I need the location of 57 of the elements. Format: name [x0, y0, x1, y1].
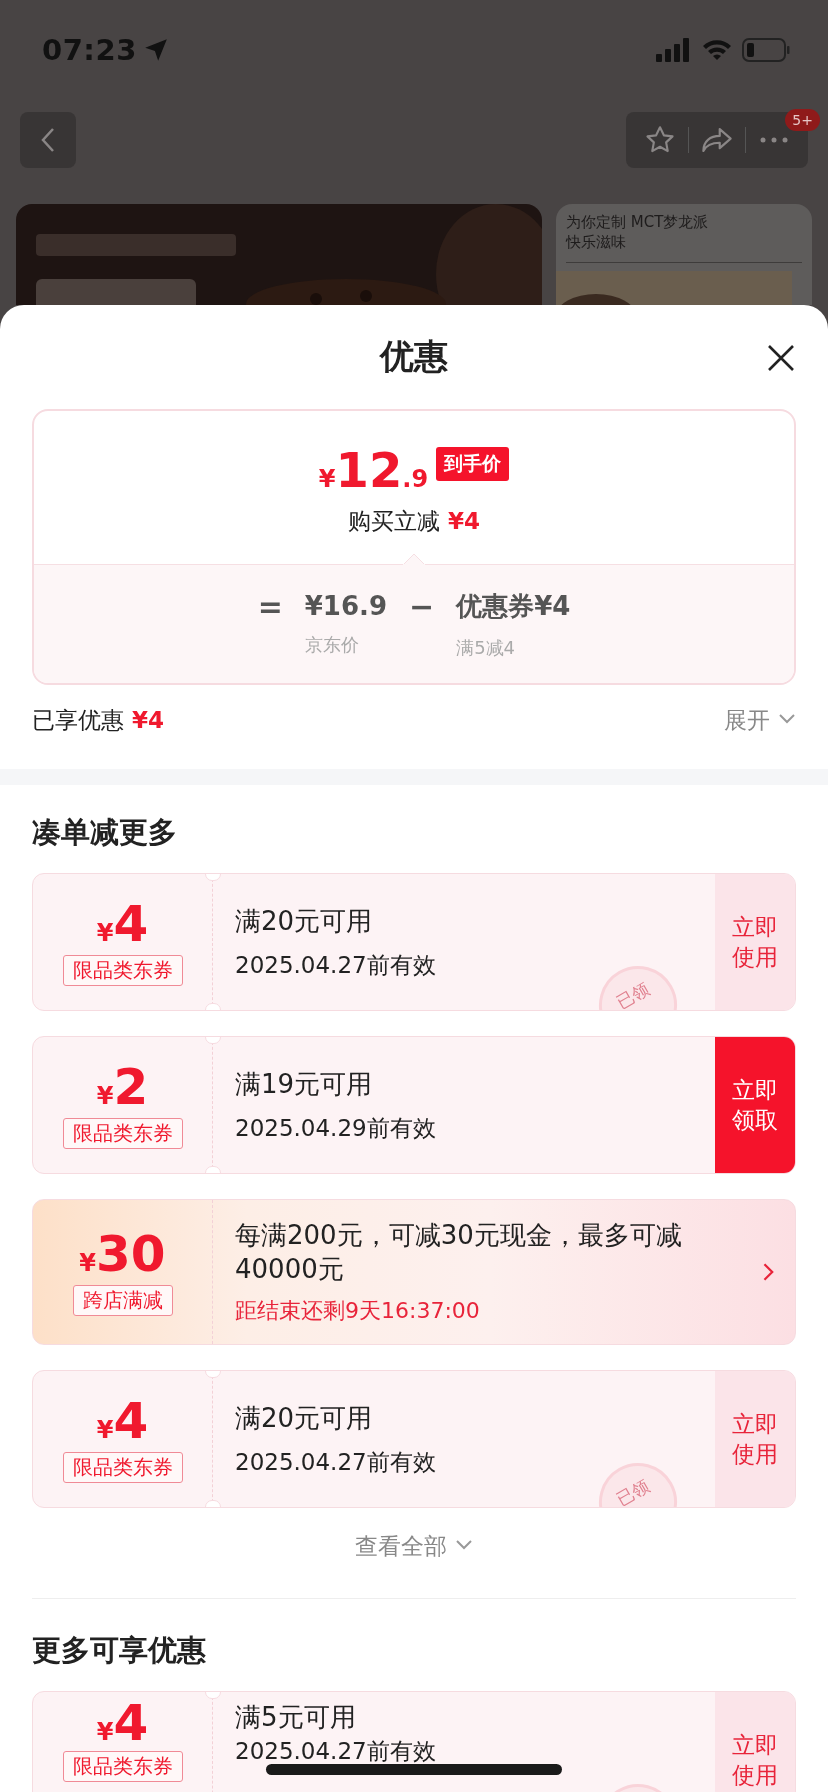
- expand-toggle[interactable]: 展开: [724, 704, 796, 736]
- promo-condition: 每满200元，可减30元现金，最多可减40000元: [235, 1219, 683, 1286]
- wifi-icon: [702, 38, 732, 62]
- coupon-tag: 限品类东券: [62, 1751, 183, 1782]
- section-title: 更多可享优惠: [32, 1632, 207, 1669]
- signal-icon: [656, 38, 692, 62]
- more-icon: [759, 136, 789, 144]
- price-value: ¥16.9: [304, 591, 388, 621]
- enjoyed-label: 已享优惠: [32, 705, 124, 735]
- section-title: 凑单减更多: [32, 814, 178, 851]
- price-caption: 京东价: [304, 633, 359, 657]
- coupon-amount: ¥2: [96, 1061, 149, 1112]
- countdown-text: 距结束还剩9天16:37:00: [235, 1297, 481, 1325]
- coupon-condition: 满19元可用: [235, 1067, 374, 1101]
- clock-time: 07:23: [42, 33, 137, 67]
- coupon-validity: 2025.04.29前有效: [235, 1113, 437, 1143]
- final-price: ¥12.9: [318, 446, 429, 494]
- back-button[interactable]: [20, 112, 76, 168]
- battery-icon: [742, 37, 790, 63]
- minus-sign: −: [409, 589, 435, 624]
- coupon-card[interactable]: ¥2 限品类东券 满19元可用 2025.04.29前有效 立即领取: [32, 1036, 796, 1174]
- card-title-line: 为你定制 MCT梦龙派: [566, 212, 710, 232]
- coupon-tag: 限品类东券: [62, 1451, 183, 1483]
- instant-discount: 购买立减 ¥4: [348, 507, 480, 536]
- coupon-condition: 满5元可用: [235, 1701, 357, 1734]
- coupon-condition: 满20元可用: [235, 1401, 374, 1435]
- price-caption: 满5减4: [456, 635, 516, 660]
- coupon-card[interactable]: ¥4 限品类东券 满20元可用 2025.04.27前有效 立即使用 已领: [32, 873, 796, 1011]
- coupon-tag: 跨店满减: [72, 1284, 173, 1316]
- view-all-button[interactable]: 查看全部: [32, 1508, 796, 1584]
- coupon-validity: 2025.04.27前有效: [235, 1447, 437, 1477]
- share-icon: [700, 125, 734, 155]
- price-badge: 到手价: [436, 447, 510, 481]
- product-card[interactable]: 为你定制 MCT梦龙派 快乐滋味: [556, 204, 812, 305]
- coupon-amount: ¥4: [96, 1698, 149, 1748]
- coupon-tag: 限品类东券: [62, 1117, 183, 1149]
- coupon-tag: 限品类东券: [62, 954, 183, 986]
- coupon-amount: ¥4: [96, 898, 149, 949]
- use-button[interactable]: 立即使用: [715, 1692, 795, 1792]
- use-button[interactable]: 立即使用: [715, 874, 795, 1010]
- coupon-amount: ¥4: [96, 1395, 149, 1446]
- coupon-amount: ¥30: [79, 1228, 166, 1279]
- promo-card[interactable]: ¥30 跨店满减 每满200元，可减30元现金，最多可减40000元 距结束还剩9天16:37:00: [32, 1199, 796, 1345]
- coupon-validity: 2025.04.27前有效: [235, 950, 437, 980]
- coupon-card[interactable]: ¥4 限品类东券 满20元可用 2025.04.27前有效 立即使用 已领: [32, 1370, 796, 1508]
- equals-sign: =: [257, 589, 283, 624]
- price-value: 优惠券¥4: [456, 589, 571, 623]
- coupon-validity: 2025.04.27前有效: [235, 1737, 437, 1766]
- enjoyed-amount: ¥4: [132, 707, 164, 733]
- sheet-title: 优惠: [380, 335, 448, 378]
- coupon-card[interactable]: ¥4 限品类东券 满5元可用 2025.04.27前有效 立即使用: [32, 1691, 796, 1792]
- notification-badge: 5+: [785, 109, 820, 131]
- coupon-condition: 满20元可用: [235, 904, 374, 938]
- claim-button[interactable]: 立即领取: [715, 1037, 795, 1173]
- back-icon: [40, 127, 56, 153]
- card-title-line: 快乐滋味: [566, 232, 627, 252]
- use-button[interactable]: 立即使用: [715, 1371, 795, 1507]
